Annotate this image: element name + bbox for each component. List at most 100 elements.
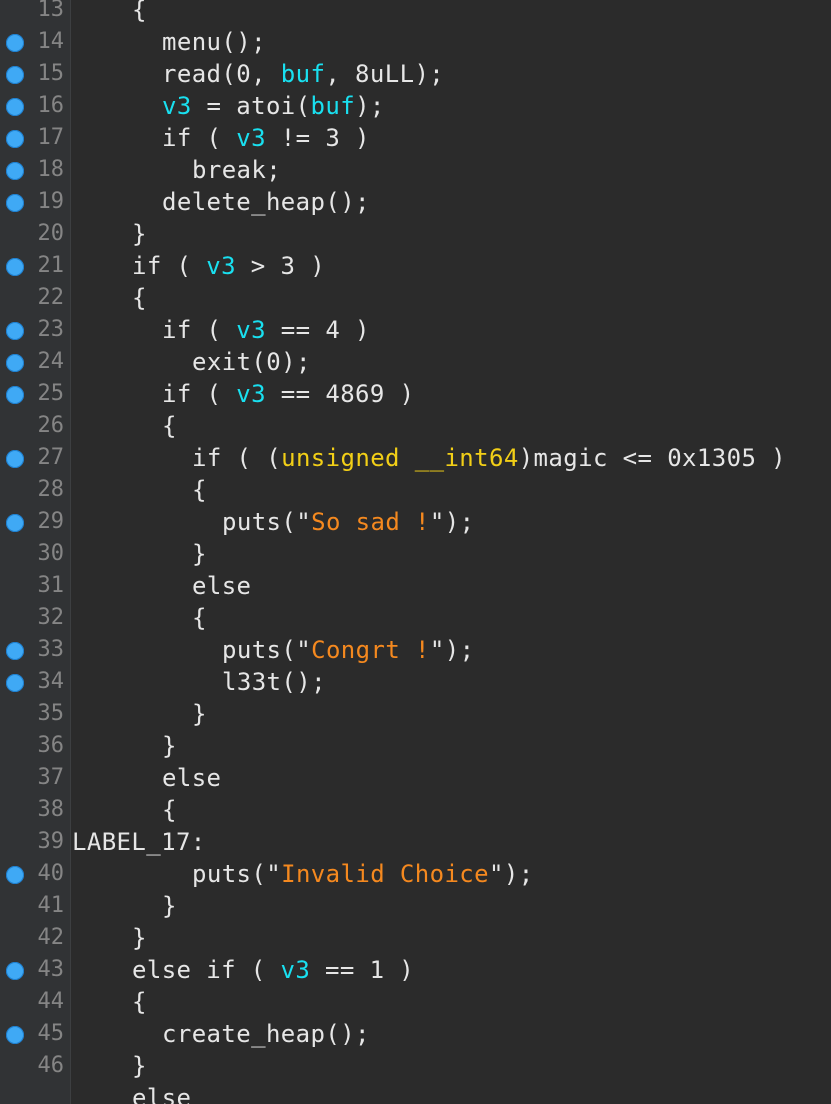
line-number: 19 (37, 189, 65, 214)
code-text: == 1 ) (310, 956, 415, 984)
code-text: { (132, 988, 147, 1016)
code-line[interactable]: 39 LABEL_17: (0, 828, 831, 860)
code-text: } (192, 540, 207, 568)
code-text: { (192, 604, 207, 632)
line-number: 41 (37, 893, 65, 918)
code-line[interactable]: 38 { (0, 796, 831, 828)
code-line[interactable]: 19 delete_heap(); (0, 188, 831, 220)
line-number: 23 (37, 317, 65, 342)
breakpoint-icon[interactable] (6, 194, 24, 212)
code-text: if ( (162, 380, 237, 408)
breakpoint-icon[interactable] (6, 34, 24, 52)
breakpoint-icon[interactable] (6, 674, 24, 692)
code-text: if ( ( (192, 444, 282, 472)
code-line[interactable]: 44 { (0, 988, 831, 1020)
code-content: create_heap(); (162, 1020, 370, 1052)
breakpoint-icon[interactable] (6, 642, 24, 660)
code-text: { (132, 284, 147, 312)
breakpoint-icon[interactable] (6, 66, 24, 84)
code-content: else (132, 1084, 191, 1104)
breakpoint-icon[interactable] (6, 450, 24, 468)
code-content: delete_heap(); (162, 188, 370, 220)
code-content: if ( v3 == 4 ) (162, 316, 370, 348)
breakpoint-icon[interactable] (6, 1026, 24, 1044)
code-line[interactable]: 42} (0, 924, 831, 956)
code-line[interactable]: 26 { (0, 412, 831, 444)
code-line[interactable]: 18 break; (0, 156, 831, 188)
code-line[interactable]: 29 puts("So sad !"); (0, 508, 831, 540)
code-line[interactable]: 37 else (0, 764, 831, 796)
code-text: "); (429, 508, 475, 536)
code-line[interactable]: 28 { (0, 476, 831, 508)
code-text: { (132, 0, 147, 24)
line-number: 43 (37, 957, 65, 982)
code-text: ); (355, 92, 385, 120)
code-content: v3 = atoi(buf); (162, 92, 385, 124)
line-number: 34 (37, 669, 65, 694)
code-line[interactable]: 21 if ( v3 > 3 ) (0, 252, 831, 284)
code-line[interactable]: 16 v3 = atoi(buf); (0, 92, 831, 124)
code-text: if ( (162, 316, 237, 344)
code-line[interactable]: 36} (0, 732, 831, 764)
breakpoint-icon[interactable] (6, 962, 24, 980)
breakpoint-icon[interactable] (6, 514, 24, 532)
code-text: != 3 ) (265, 124, 370, 152)
code-line[interactable]: 43 else if ( v3 == 1 ) (0, 956, 831, 988)
code-line[interactable]: 41} (0, 892, 831, 924)
code-line[interactable]: 35} (0, 700, 831, 732)
line-number: 46 (37, 1053, 65, 1078)
identifier-token: buf (280, 60, 326, 88)
line-number: 16 (37, 93, 65, 118)
code-text: else (132, 1084, 192, 1104)
code-content: else if ( v3 == 1 ) (132, 956, 414, 988)
code-line[interactable]: 27 if ( (unsigned __int64)magic <= 0x1305… (0, 444, 831, 476)
code-line[interactable]: 45 create_heap(); (0, 1020, 831, 1052)
line-number: 45 (37, 1021, 65, 1046)
code-line[interactable]: 15 read(0, buf, 8uLL); (0, 60, 831, 92)
code-line[interactable]: 14 menu(); (0, 28, 831, 60)
code-line[interactable]: 13 { (0, 0, 831, 28)
breakpoint-icon[interactable] (6, 130, 24, 148)
code-line[interactable]: 25 if ( v3 == 4869 ) (0, 380, 831, 412)
code-line[interactable]: 34 l33t(); (0, 668, 831, 700)
code-text: if ( (132, 252, 207, 280)
code-text: } (162, 732, 177, 760)
code-text: break; (192, 156, 282, 184)
line-number: 37 (37, 765, 65, 790)
breakpoint-icon[interactable] (6, 386, 24, 404)
code-content: { (132, 988, 147, 1020)
breakpoint-icon[interactable] (6, 98, 24, 116)
code-line[interactable]: 32 { (0, 604, 831, 636)
code-text: , 8uLL); (325, 60, 445, 88)
code-line[interactable]: 24 exit(0); (0, 348, 831, 380)
breakpoint-icon[interactable] (6, 354, 24, 372)
code-line[interactable]: 17 if ( v3 != 3 ) (0, 124, 831, 156)
breakpoint-icon[interactable] (6, 866, 24, 884)
code-line[interactable]: 40 puts("Invalid Choice"); (0, 860, 831, 892)
code-line[interactable]: 31 else (0, 572, 831, 604)
line-number: 24 (37, 349, 65, 374)
code-line[interactable]: 33 puts("Congrt !"); (0, 636, 831, 668)
line-number: 32 (37, 605, 65, 630)
identifier-token: buf (310, 92, 356, 120)
breakpoint-icon[interactable] (6, 322, 24, 340)
breakpoint-icon[interactable] (6, 258, 24, 276)
code-content: } (132, 1052, 147, 1084)
code-line[interactable]: 22 { (0, 284, 831, 316)
code-text: LABEL_17: (72, 828, 206, 856)
code-line[interactable]: else (0, 1084, 831, 1104)
code-text: delete_heap(); (162, 188, 370, 216)
code-line[interactable]: 20} (0, 220, 831, 252)
code-content: } (162, 732, 177, 764)
code-line[interactable]: 46} (0, 1052, 831, 1084)
identifier-token: v3 (236, 316, 266, 344)
code-line[interactable]: 23 if ( v3 == 4 ) (0, 316, 831, 348)
code-text: read(0, (162, 60, 281, 88)
code-line[interactable]: 30} (0, 540, 831, 572)
identifier-token: v3 (236, 124, 266, 152)
line-number: 36 (37, 733, 65, 758)
code-editor[interactable]: 13{14 menu(); 15 read(0, buf, 8uLL); 16 v3 = … (0, 0, 831, 1104)
code-text: menu(); (162, 28, 266, 56)
line-number: 38 (37, 797, 65, 822)
breakpoint-icon[interactable] (6, 162, 24, 180)
